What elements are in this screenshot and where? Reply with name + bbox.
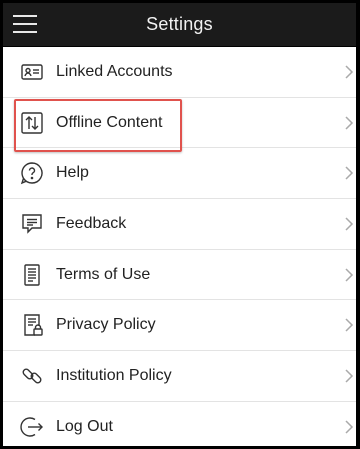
chevron-right-icon bbox=[345, 268, 354, 282]
settings-item-label: Feedback bbox=[56, 215, 127, 233]
settings-item-terms-of-use[interactable]: Terms of Use bbox=[3, 250, 356, 301]
settings-item-label: Log Out bbox=[56, 417, 113, 435]
page-title: Settings bbox=[146, 14, 213, 34]
settings-item-linked-accounts[interactable]: Linked Accounts bbox=[3, 47, 356, 98]
help-circle-icon bbox=[20, 162, 43, 185]
logout-icon bbox=[20, 417, 43, 437]
settings-item-label: Institution Policy bbox=[56, 367, 172, 385]
settings-item-institution-policy[interactable]: Institution Policy bbox=[3, 351, 356, 402]
app-frame: Settings Linked Accounts Offline Content… bbox=[0, 0, 360, 449]
settings-item-label: Help bbox=[56, 164, 89, 182]
settings-item-label: Privacy Policy bbox=[56, 316, 156, 334]
settings-item-feedback[interactable]: Feedback bbox=[3, 199, 356, 250]
settings-item-privacy-policy[interactable]: Privacy Policy bbox=[3, 300, 356, 352]
feedback-icon bbox=[22, 214, 42, 234]
document-lock-icon bbox=[24, 314, 43, 337]
chevron-right-icon bbox=[345, 369, 354, 383]
document-icon bbox=[24, 264, 40, 286]
settings-item-log-out[interactable]: Log Out bbox=[3, 402, 356, 446]
settings-item-label: Terms of Use bbox=[56, 265, 151, 283]
chevron-right-icon bbox=[345, 65, 354, 79]
settings-item-help[interactable]: Help bbox=[3, 148, 356, 200]
chevron-right-icon bbox=[345, 318, 354, 332]
chevron-right-icon bbox=[345, 166, 354, 180]
link-icon bbox=[22, 368, 42, 384]
settings-list: Linked Accounts Offline Content Help Fee… bbox=[3, 47, 356, 446]
transfer-arrows-icon bbox=[21, 111, 43, 134]
settings-item-offline-content[interactable]: Offline Content bbox=[3, 98, 356, 149]
settings-item-label: Offline Content bbox=[56, 113, 163, 131]
chevron-right-icon bbox=[345, 217, 354, 231]
settings-item-label: Linked Accounts bbox=[56, 63, 173, 80]
chevron-right-icon bbox=[345, 116, 354, 130]
chevron-right-icon bbox=[345, 420, 354, 434]
header-bar: Settings bbox=[3, 3, 356, 47]
id-card-icon bbox=[21, 64, 43, 80]
